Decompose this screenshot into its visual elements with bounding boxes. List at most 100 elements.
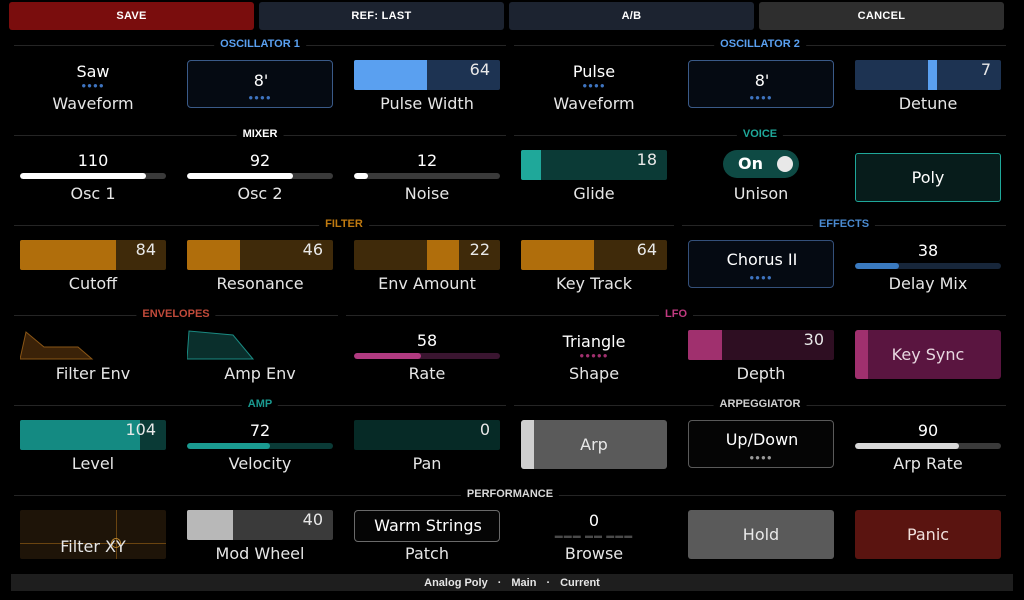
unison-toggle[interactable]: On (723, 150, 799, 178)
amp-level-label: Level (71, 454, 115, 473)
lfo-shape-label: Shape (568, 364, 620, 383)
save-button[interactable]: SAVE (9, 2, 254, 30)
arp-rate-fill (855, 443, 959, 449)
delay-mix-fill (855, 263, 899, 269)
section-performance: PERFORMANCE (14, 488, 1006, 500)
lfo-rate-value: 58 (416, 331, 438, 350)
arp-rate-value: 90 (917, 421, 939, 440)
browse-stepper[interactable]: ▬▬▬ ▬▬ ▬▬▬ (521, 532, 667, 540)
ab-button[interactable]: A/B (509, 2, 754, 30)
filter-env-amount-slider[interactable]: 22 (354, 240, 500, 270)
mixer-noise-label: Noise (404, 184, 450, 203)
section-effects: EFFECTS (682, 218, 1006, 230)
osc2-waveform-dots: ●●●● (582, 81, 606, 90)
amp-velocity-label: Velocity (228, 454, 292, 473)
filter-cutoff-fill (20, 240, 117, 270)
osc1-octave-selector[interactable]: 8' ●●●● (187, 60, 333, 108)
lfo-depth-slider[interactable]: 30 (688, 330, 834, 360)
section-envelopes: ENVELOPES (14, 308, 338, 320)
section-title-osc2: OSCILLATOR 2 (714, 38, 806, 50)
status-bar: Analog Poly · Main · Current (11, 574, 1013, 591)
lfo-shape-value: Triangle (562, 332, 626, 351)
amp-env-label: Amp Env (224, 364, 296, 383)
delay-mix-slider[interactable] (855, 263, 1001, 269)
arp-toggle-button[interactable]: Arp (521, 420, 667, 469)
effect-type-value: Chorus II (726, 250, 798, 269)
osc1-octave-dots: ●●●● (248, 93, 272, 102)
lfo-rate-slider[interactable] (354, 353, 500, 359)
mixer-osc1-slider[interactable] (20, 173, 166, 179)
arp-mode-value: Up/Down (725, 430, 799, 449)
section-amp: AMP (14, 398, 506, 410)
mixer-osc2-slider[interactable] (187, 173, 333, 179)
filter-cutoff-label: Cutoff (68, 274, 118, 293)
mixer-noise-fill (354, 173, 368, 179)
glide-slider[interactable]: 18 (521, 150, 667, 180)
osc1-waveform-value: Saw (76, 62, 110, 81)
unison-state: On (738, 154, 763, 173)
patch-selector[interactable]: Warm Strings (354, 510, 500, 542)
filter-cutoff-slider[interactable]: 84 (20, 240, 166, 270)
section-osc2: OSCILLATOR 2 (514, 38, 1006, 50)
lfo-depth-label: Depth (736, 364, 786, 383)
section-lfo: LFO (346, 308, 1006, 320)
amp-pan-slider[interactable]: 0 (354, 420, 500, 450)
filter-key-track-slider[interactable]: 64 (521, 240, 667, 270)
key-sync-button[interactable]: Key Sync (855, 330, 1001, 379)
amp-level-value: 104 (125, 420, 156, 439)
amp-pan-value: 0 (479, 420, 490, 439)
mixer-osc2-fill (187, 173, 293, 179)
osc2-detune-value: 7 (980, 60, 991, 79)
patch-label: Patch (405, 544, 449, 563)
lfo-depth-value: 30 (803, 330, 824, 349)
panic-button[interactable]: Panic (855, 510, 1001, 559)
amp-level-slider[interactable]: 104 (20, 420, 166, 450)
ref-last-button[interactable]: REF: LAST (259, 2, 504, 30)
arp-mode-selector[interactable]: Up/Down ●●●● (688, 420, 834, 468)
osc2-octave-selector[interactable]: 8' ●●●● (688, 60, 834, 108)
filter-cutoff-value: 84 (135, 240, 156, 259)
filter-xy-pad[interactable]: Filter XY (20, 510, 166, 559)
osc1-pulse-width-label: Pulse Width (380, 94, 474, 113)
section-title-voice: VOICE (736, 128, 784, 140)
section-title-envelopes: ENVELOPES (136, 308, 216, 320)
arp-rate-slider[interactable] (855, 443, 1001, 449)
osc2-detune-slider[interactable]: 7 (855, 60, 1001, 90)
osc2-detune-marker (928, 60, 937, 90)
amp-pan-label: Pan (412, 454, 442, 473)
amp-velocity-value: 72 (249, 421, 271, 440)
filter-key-track-fill (521, 240, 594, 270)
mod-wheel-slider[interactable]: 40 (187, 510, 333, 540)
mod-wheel-fill (187, 510, 233, 540)
arp-mode-dots: ●●●● (749, 453, 773, 462)
osc1-pulse-width-slider[interactable]: 64 (354, 60, 500, 90)
cancel-button[interactable]: CANCEL (759, 2, 1004, 30)
amp-env-graph[interactable] (187, 330, 333, 360)
browse-label: Browse (564, 544, 624, 563)
osc1-waveform-label: Waveform (52, 94, 134, 113)
status-bank-name: Main (511, 576, 537, 589)
section-title-performance: PERFORMANCE (460, 488, 560, 500)
osc2-waveform-label: Waveform (553, 94, 635, 113)
filter-key-track-label: Key Track (556, 274, 632, 293)
arp-toggle-label: Arp (580, 435, 608, 454)
amp-velocity-slider[interactable] (187, 443, 333, 449)
effect-type-selector[interactable]: Chorus II ●●●● (688, 240, 834, 288)
section-title-osc1: OSCILLATOR 1 (214, 38, 306, 50)
status-state: Current (560, 576, 600, 589)
hold-button[interactable]: Hold (688, 510, 834, 559)
amp-env-shape (187, 330, 255, 360)
osc1-pulse-width-value: 64 (469, 60, 490, 79)
delay-mix-value: 38 (917, 241, 939, 260)
osc2-waveform-value: Pulse (572, 62, 616, 81)
lfo-shape-dots: ●●●●● (579, 351, 609, 360)
poly-button[interactable]: Poly (855, 153, 1001, 202)
status-patch-name: Analog Poly (424, 576, 488, 589)
filter-env-amount-label: Env Amount (378, 274, 476, 293)
amp-velocity-fill (187, 443, 270, 449)
arp-rate-label: Arp Rate (893, 454, 963, 473)
filter-resonance-slider[interactable]: 46 (187, 240, 333, 270)
section-voice: VOICE (514, 128, 1006, 140)
filter-env-graph[interactable] (20, 330, 166, 360)
mixer-noise-slider[interactable] (354, 173, 500, 179)
